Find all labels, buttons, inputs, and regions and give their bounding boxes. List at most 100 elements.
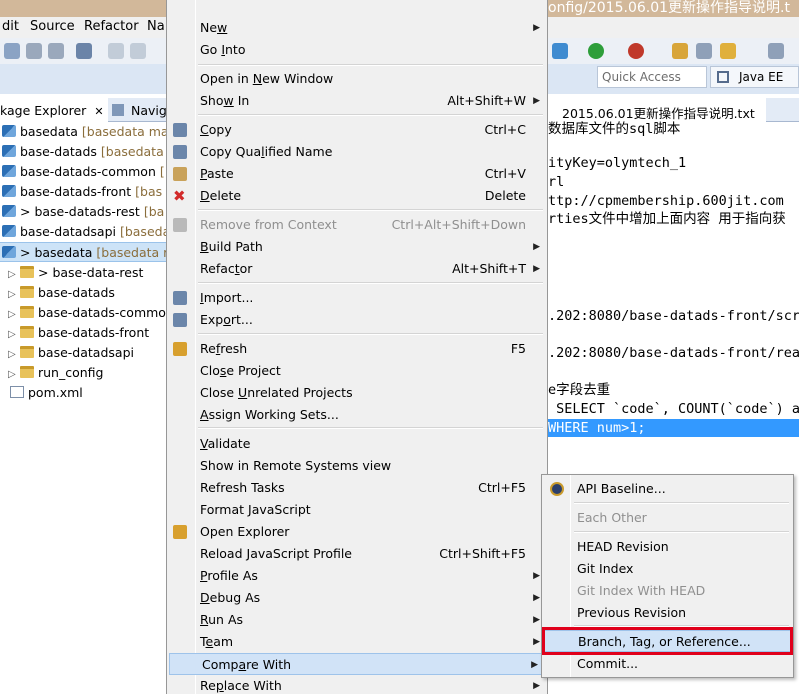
menu-item-refresh[interactable]: Refresh F5 (168, 338, 546, 360)
submenu-item-api-baseline[interactable]: API Baseline... (543, 478, 792, 500)
menu-item-compare-with[interactable]: Compare With ▶ (169, 653, 545, 675)
editor-tab-active[interactable]: 2015.06.01更新操作指导说明.txt (548, 98, 766, 122)
menu-item-reload-javascript-profile[interactable]: Reload JavaScript Profile Ctrl+Shift+F5 (168, 543, 546, 565)
menu-item-new[interactable]: New ▶ (168, 17, 546, 39)
tree-item[interactable]: ▷ > base-data-rest (0, 263, 167, 285)
code-line[interactable]: ityKey=olymtech_1 (548, 154, 686, 172)
menu-item-show-in-remote-systems-view[interactable]: Show in Remote Systems view (168, 455, 546, 477)
menu-item-replace-with[interactable]: Replace With ▶ (168, 675, 546, 694)
navigator-icon (112, 104, 124, 116)
tree-item-label: run_config (38, 365, 104, 380)
menu-item-open-in-new-window[interactable]: Open in New Window (168, 68, 546, 90)
tree-item[interactable]: base-datads [basedata (0, 142, 167, 162)
submenu-item-git-index[interactable]: Git Index (543, 558, 792, 580)
menu-navigate[interactable]: Na (147, 19, 165, 34)
suspend-icon[interactable] (130, 43, 146, 59)
expand-arrow-icon[interactable]: ▷ (8, 325, 18, 345)
menu-item-go-into[interactable]: Go Into (168, 39, 546, 61)
menu-item-shortcut: Ctrl+V (484, 166, 526, 181)
code-line[interactable]: .202:8080/base-datads-front/scr (548, 307, 799, 325)
menu-item-debug-as[interactable]: Debug As ▶ (168, 587, 546, 609)
menu-item-run-as[interactable]: Run As ▶ (168, 609, 546, 631)
menu-item-copy[interactable]: Copy Ctrl+C (168, 119, 546, 141)
menu-item-refresh-tasks[interactable]: Refresh Tasks Ctrl+F5 (168, 477, 546, 499)
tree-item[interactable]: base-datadsapi [basedat (0, 222, 167, 242)
menu-item-export[interactable]: Export... (168, 309, 546, 331)
tab-navigator[interactable]: Navig (112, 103, 167, 118)
package-explorer: kage Explorer ✕ Navig basedata [basedata… (0, 98, 168, 694)
code-line[interactable]: SELECT `code`, COUNT(`code`) as (548, 400, 799, 418)
menu-item-import[interactable]: Import... (168, 287, 546, 309)
import-icon (173, 291, 187, 305)
expand-arrow-icon[interactable]: ▷ (8, 305, 18, 325)
code-line[interactable]: rl (548, 173, 564, 191)
menu-item-close-unrelated-projects[interactable]: Close Unrelated Projects (168, 382, 546, 404)
menu-refactor[interactable]: Refactor (84, 19, 139, 34)
submenu-item-commit[interactable]: Commit... (543, 653, 792, 675)
tree-item[interactable]: ▷ base-datadsapi (0, 343, 167, 365)
expand-arrow-icon[interactable]: ▷ (8, 285, 18, 305)
expand-arrow-icon[interactable]: ▷ (8, 345, 18, 365)
menu-item-close-project[interactable]: Close Project (168, 360, 546, 382)
menu-item-paste[interactable]: Paste Ctrl+V (168, 163, 546, 185)
run-icon[interactable] (588, 43, 604, 59)
menu-item-label: Remove from Context (200, 217, 337, 232)
tree-item[interactable]: ▷ run_config (0, 363, 167, 385)
quick-access-input[interactable]: Quick Access (597, 66, 707, 88)
submenu-item-head-revision[interactable]: HEAD Revision (543, 536, 792, 558)
code-line[interactable]: 数据库文件的sql脚本 (548, 120, 680, 138)
menu-item-refactor[interactable]: Refactor Alt+Shift+T ▶ (168, 258, 546, 280)
code-line[interactable]: .202:8080/base-datads-front/rea (548, 344, 799, 362)
submenu-item-previous-revision[interactable]: Previous Revision (543, 602, 792, 624)
menu-source[interactable]: Source (30, 19, 75, 34)
navigate-back-icon[interactable] (768, 43, 784, 59)
tree-item[interactable]: pom.xml (0, 383, 167, 403)
search-icon[interactable] (696, 43, 712, 59)
code-line[interactable]: e字段去重 (548, 381, 610, 399)
menu-item-team[interactable]: Team ▶ (168, 631, 546, 653)
close-icon[interactable]: ✕ (94, 105, 103, 118)
submenu-item-branch-tag-or-reference[interactable]: Branch, Tag, or Reference... (543, 630, 792, 652)
tree-item[interactable]: ▷ base-datads (0, 283, 167, 305)
code-line-selected[interactable]: WHERE num>1; (548, 419, 799, 437)
menu-separator (198, 114, 543, 116)
menu-edit[interactable]: dit (2, 19, 19, 34)
tree-item[interactable]: base-datads-common [ (0, 162, 167, 182)
tree-item[interactable]: > base-datads-rest [ba (0, 202, 167, 222)
expand-arrow-icon[interactable]: ▷ (8, 265, 18, 285)
menu-item-format-javascript[interactable]: Format JavaScript (168, 499, 546, 521)
menu-item-open-explorer[interactable]: Open Explorer (168, 521, 546, 543)
tree-item[interactable]: ▷ base-datads-front (0, 323, 167, 345)
tree-item[interactable]: basedata [basedata mas (0, 122, 167, 142)
menu-item-show-in[interactable]: Show In Alt+Shift+W ▶ (168, 90, 546, 112)
annotation-icon[interactable] (720, 43, 736, 59)
debug-icon[interactable] (552, 43, 568, 59)
tree-item[interactable]: base-datads-front [bas (0, 182, 167, 202)
code-line[interactable]: ttp://cpmembership.600jit.com (548, 192, 784, 210)
tab-package-explorer[interactable]: kage Explorer ✕ (0, 98, 108, 122)
skip-breakpoints-icon[interactable] (76, 43, 92, 59)
save-icon[interactable] (26, 43, 42, 59)
expand-arrow-icon[interactable]: ▷ (8, 365, 18, 385)
menu-item-delete[interactable]: ✖ Delete Delete (168, 185, 546, 207)
resume-icon[interactable] (108, 43, 124, 59)
submenu-arrow-icon: ▶ (533, 681, 540, 691)
tree-item[interactable]: > basedata [basedata r (0, 242, 167, 262)
menu-item-profile-as[interactable]: Profile As ▶ (168, 565, 546, 587)
menu-item-label: Show in Remote Systems view (200, 458, 392, 473)
menu-item-assign-working-sets[interactable]: Assign Working Sets... (168, 404, 546, 426)
menu-item-label: Refactor (200, 261, 253, 276)
menu-item-label: Copy (200, 122, 232, 137)
code-line[interactable]: rties文件中增加上面内容 用于指向获 (548, 210, 786, 228)
external-tools-icon[interactable] (628, 43, 644, 59)
menu-item-copy-qualified-name[interactable]: Copy Qualified Name (168, 141, 546, 163)
tree-item-label: pom.xml (28, 385, 83, 400)
perspective-java-ee[interactable]: Java EE (710, 66, 799, 88)
open-type-icon[interactable] (672, 43, 688, 59)
new-icon[interactable] (4, 43, 20, 59)
tree-item[interactable]: ▷ base-datads-commo (0, 303, 167, 325)
submenu-arrow-icon: ▶ (533, 593, 540, 603)
save-all-icon[interactable] (48, 43, 64, 59)
menu-item-validate[interactable]: Validate (168, 433, 546, 455)
menu-item-build-path[interactable]: Build Path ▶ (168, 236, 546, 258)
